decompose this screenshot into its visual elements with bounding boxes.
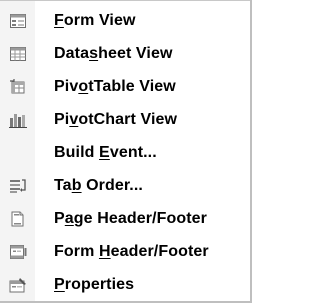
menu-item-form-view[interactable]: Form View: [0, 6, 250, 36]
menu-item-page-header-footer[interactable]: Page Header/Footer: [0, 204, 250, 234]
pivotchart-view-icon: [0, 105, 35, 135]
menu-item-pivottable-view[interactable]: PivotTable View: [0, 72, 250, 102]
menu-item-label: Datasheet View: [54, 45, 173, 62]
menu-item-datasheet-view[interactable]: Datasheet View: [0, 39, 250, 69]
menu-item-label: Build Event...: [54, 144, 157, 161]
menu-item-build-event[interactable]: Build Event...: [0, 138, 250, 168]
properties-icon: [0, 270, 35, 300]
menu-item-label: Page Header/Footer: [54, 210, 207, 227]
pivottable-view-icon: [0, 72, 35, 102]
menu-item-tab-order[interactable]: Tab Order...: [0, 171, 250, 201]
menu-item-label: Properties: [54, 276, 135, 293]
form-header-footer-icon: [0, 237, 35, 267]
menu-item-no-icon: [0, 138, 35, 168]
context-menu: Form View Datasheet View PivotTable View…: [0, 0, 252, 303]
menu-item-label: Tab Order...: [54, 177, 143, 194]
menu-item-pivotchart-view[interactable]: PivotChart View: [0, 105, 250, 135]
menu-top-edge: [0, 0, 250, 1]
page-header-footer-icon: [0, 204, 35, 234]
tab-order-icon: [0, 171, 35, 201]
menu-item-label: PivotChart View: [54, 111, 178, 128]
menu-item-label: Form Header/Footer: [54, 243, 209, 260]
menu-item-properties[interactable]: Properties: [0, 270, 250, 300]
menu-item-form-header-footer[interactable]: Form Header/Footer: [0, 237, 250, 267]
menu-item-label: Form View: [54, 12, 136, 29]
datasheet-view-icon: [0, 39, 35, 69]
form-view-icon: [0, 6, 35, 36]
menu-item-label: PivotTable View: [54, 78, 176, 95]
